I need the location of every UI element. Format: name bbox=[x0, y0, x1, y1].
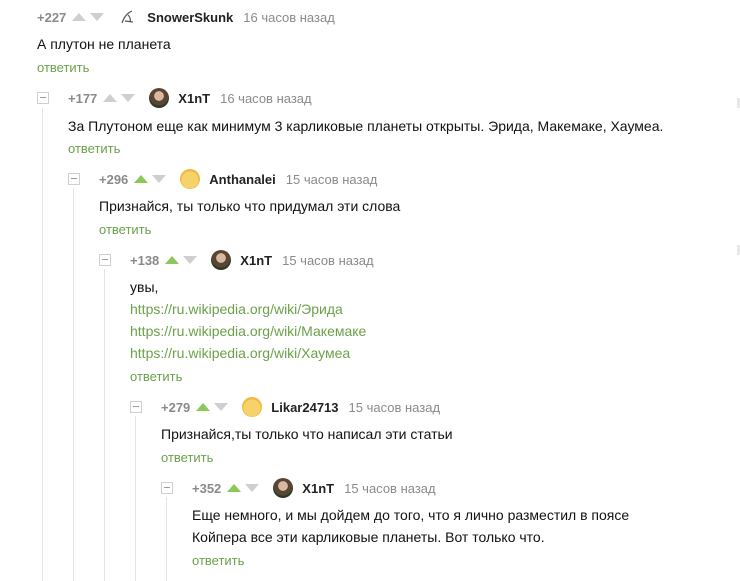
wiki-link[interactable]: https://ru.wikipedia.org/wiki/Эрида bbox=[130, 298, 366, 320]
timestamp: 16 часов назад bbox=[243, 9, 335, 25]
timestamp: 15 часов назад bbox=[344, 480, 436, 496]
thread-line bbox=[73, 188, 74, 581]
comment-line: А плутон не планета bbox=[37, 36, 171, 52]
collapse-toggle[interactable] bbox=[99, 254, 111, 266]
thread-line bbox=[166, 497, 167, 581]
downvote-icon[interactable] bbox=[245, 484, 260, 492]
reply-link[interactable]: ответить bbox=[68, 141, 120, 156]
downvote-icon[interactable] bbox=[90, 13, 105, 21]
downvote-icon[interactable] bbox=[183, 256, 198, 264]
downvote-icon[interactable] bbox=[214, 403, 229, 411]
username[interactable]: X1nT bbox=[178, 91, 210, 106]
upvote-icon[interactable] bbox=[196, 403, 211, 411]
collapse-toggle[interactable] bbox=[68, 173, 80, 185]
collapse-toggle[interactable] bbox=[161, 482, 173, 494]
comment-header: +177 X1nT 16 часов назад bbox=[68, 88, 312, 108]
collapse-toggle[interactable] bbox=[130, 401, 142, 413]
comment-text: За Плутоном еще как минимум 3 карликовые… bbox=[68, 115, 663, 137]
comment-text: Еще немного, и мы дойдем до того, что я … bbox=[192, 504, 629, 548]
comment-line: Признайся, ты только что придумал эти сл… bbox=[99, 198, 401, 214]
upvote-icon[interactable] bbox=[165, 256, 180, 264]
username[interactable]: X1nT bbox=[240, 253, 272, 268]
timestamp: 16 часов назад bbox=[220, 90, 312, 106]
vote-controls bbox=[134, 175, 170, 183]
upvote-icon[interactable] bbox=[134, 175, 149, 183]
thread-line bbox=[135, 416, 136, 581]
timestamp: 15 часов назад bbox=[348, 399, 441, 415]
avatar[interactable] bbox=[242, 397, 263, 417]
comment-header: +227 SnowerSkunk 16 часов назад bbox=[37, 7, 335, 27]
reply-link[interactable]: ответить bbox=[37, 60, 89, 75]
collapse-toggle[interactable] bbox=[37, 92, 49, 104]
username[interactable]: X1nT bbox=[302, 481, 334, 496]
vote-controls bbox=[72, 13, 108, 21]
comment-header: +279 Likar24713 15 часов назад bbox=[161, 397, 440, 417]
timestamp: 15 часов назад bbox=[282, 252, 374, 268]
vote-controls bbox=[196, 403, 232, 411]
vote-controls bbox=[103, 94, 139, 102]
comment-line: За Плутоном еще как минимум 3 карликовые… bbox=[68, 118, 664, 134]
upvote-icon[interactable] bbox=[103, 94, 118, 102]
comment-text: увы, https://ru.wikipedia.org/wiki/Эрида… bbox=[130, 276, 366, 364]
comment-header: +296 Anthanalei 15 часов назад bbox=[99, 169, 377, 189]
comment-rating: +177 bbox=[68, 90, 98, 106]
comment-rating: +279 bbox=[161, 399, 191, 415]
comment-rating: +138 bbox=[130, 252, 160, 268]
reply-link[interactable]: ответить bbox=[99, 222, 151, 237]
downvote-icon[interactable] bbox=[152, 175, 167, 183]
comment-rating: +352 bbox=[192, 480, 222, 496]
username[interactable]: SnowerSkunk bbox=[147, 10, 233, 25]
upvote-icon[interactable] bbox=[72, 13, 87, 21]
comment-text: А плутон не планета bbox=[37, 33, 171, 55]
wiki-link[interactable]: https://ru.wikipedia.org/wiki/Макемаке bbox=[130, 320, 366, 342]
comment-line: Признайся,ты только что написал эти стат… bbox=[161, 426, 453, 442]
reply-link[interactable]: ответить bbox=[161, 450, 213, 465]
downvote-icon[interactable] bbox=[121, 94, 136, 102]
username[interactable]: Likar24713 bbox=[271, 400, 338, 415]
vote-controls bbox=[165, 256, 201, 264]
reply-link[interactable]: ответить bbox=[130, 369, 182, 384]
avatar[interactable] bbox=[149, 88, 170, 108]
comment-line: Еще немного, и мы дойдем до того, что я … bbox=[192, 507, 630, 523]
comment-text: Признайся, ты только что придумал эти сл… bbox=[99, 195, 400, 217]
comment-header: +138 X1nT 15 часов назад bbox=[130, 250, 374, 270]
username[interactable]: Anthanalei bbox=[209, 172, 275, 187]
thread-line bbox=[104, 269, 105, 581]
avatar[interactable] bbox=[118, 7, 139, 27]
thread-line bbox=[42, 108, 43, 581]
comment-line: увы, bbox=[130, 279, 159, 295]
vote-controls bbox=[227, 484, 263, 492]
reply-link[interactable]: ответить bbox=[192, 553, 244, 568]
avatar[interactable] bbox=[273, 478, 294, 498]
sketch-avatar-icon bbox=[121, 10, 134, 24]
avatar[interactable] bbox=[180, 169, 201, 189]
timestamp: 15 часов назад bbox=[285, 171, 378, 187]
upvote-icon[interactable] bbox=[227, 484, 242, 492]
avatar[interactable] bbox=[211, 250, 232, 270]
comment-rating: +227 bbox=[37, 9, 67, 25]
comment-text: Признайся,ты только что написал эти стат… bbox=[161, 423, 453, 445]
comment-line: Койпера все эти карликовые планеты. Вот … bbox=[192, 529, 545, 545]
comment-header: +352 X1nT 15 часов назад bbox=[192, 478, 436, 498]
comment-rating: +296 bbox=[99, 171, 129, 187]
wiki-link[interactable]: https://ru.wikipedia.org/wiki/Хаумеа bbox=[130, 342, 366, 364]
